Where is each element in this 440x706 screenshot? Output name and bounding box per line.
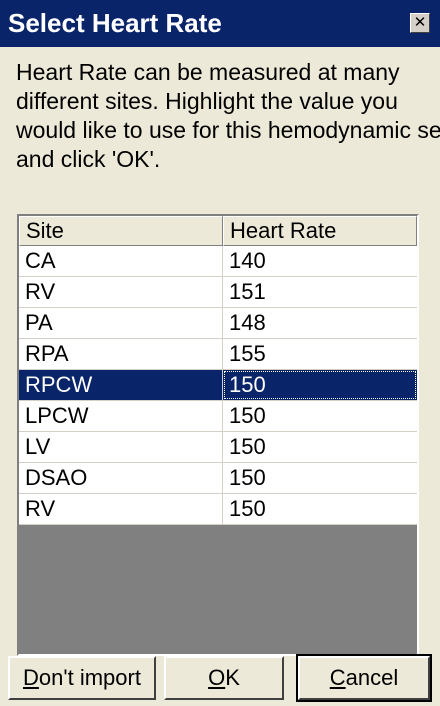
button-label: K	[225, 665, 240, 690]
instructions-text: Heart Rate can be measured at many diffe…	[16, 58, 440, 174]
cancel-button[interactable]: Cancel	[296, 654, 432, 702]
heart-rate-cell: 150	[229, 496, 266, 521]
heart-rate-cell: 151	[229, 279, 266, 304]
site-cell: RPCW	[19, 370, 223, 400]
title-bar: Select Heart Rate ✕	[0, 0, 440, 47]
button-label: ancel	[345, 665, 399, 690]
close-icon: ✕	[413, 14, 427, 31]
heart-rate-list[interactable]: Site Heart Rate CA 140 RV 151 PA 148 RPA 155 RPC…	[17, 214, 419, 656]
heart-rate-cell: 140	[229, 248, 266, 273]
heart-rate-cell: 155	[229, 341, 266, 366]
site-cell: DSAO	[19, 463, 223, 493]
instructions-line: Heart Rate can be measured at many	[16, 59, 400, 85]
column-header-heart-rate[interactable]: Heart Rate	[223, 216, 417, 246]
mnemonic: C	[329, 665, 346, 690]
table-row[interactable]: PA 148	[19, 308, 417, 339]
table-row[interactable]: DSAO 150	[19, 463, 417, 494]
site-cell: PA	[19, 308, 223, 338]
table-row[interactable]: LPCW 150	[19, 401, 417, 432]
mnemonic: D	[23, 665, 39, 690]
dialog-title: Select Heart Rate	[8, 8, 222, 38]
heart-rate-cell: 148	[229, 310, 266, 335]
list-header: Site Heart Rate	[19, 216, 417, 246]
site-cell: RV	[19, 277, 223, 307]
mnemonic: O	[208, 665, 226, 690]
button-label: on't import	[38, 665, 141, 690]
table-row[interactable]: LV 150	[19, 432, 417, 463]
select-heart-rate-dialog: Select Heart Rate ✕ Heart Rate can be me…	[0, 0, 440, 706]
instructions-line: and click 'OK'.	[16, 146, 161, 172]
heart-rate-cell: 150	[229, 403, 266, 428]
heart-rate-cell: 150	[229, 434, 266, 459]
table-row[interactable]: CA 140	[19, 246, 417, 277]
site-cell: RPA	[19, 339, 223, 369]
instructions-line: would like to use for this hemodynamic s…	[16, 117, 440, 143]
list-rows: CA 140 RV 151 PA 148 RPA 155 RPCW 150 LPCW 150 LV 150…	[19, 246, 417, 525]
table-row[interactable]: RV 150	[19, 494, 417, 525]
site-cell: CA	[19, 246, 223, 276]
site-cell: LPCW	[19, 401, 223, 431]
column-header-site[interactable]: Site	[19, 216, 223, 246]
close-button[interactable]: ✕	[410, 13, 430, 33]
table-row[interactable]: RPCW 150	[19, 370, 417, 401]
ok-button[interactable]: OK	[164, 656, 284, 700]
heart-rate-cell: 150	[223, 370, 417, 400]
heart-rate-cell: 150	[229, 465, 266, 490]
table-row[interactable]: RV 151	[19, 277, 417, 308]
dont-import-button[interactable]: Don't import	[8, 656, 156, 700]
site-cell: RV	[19, 494, 223, 524]
table-row[interactable]: RPA 155	[19, 339, 417, 370]
instructions-line: different sites. Highlight the value you	[16, 88, 398, 114]
site-cell: LV	[19, 432, 223, 462]
